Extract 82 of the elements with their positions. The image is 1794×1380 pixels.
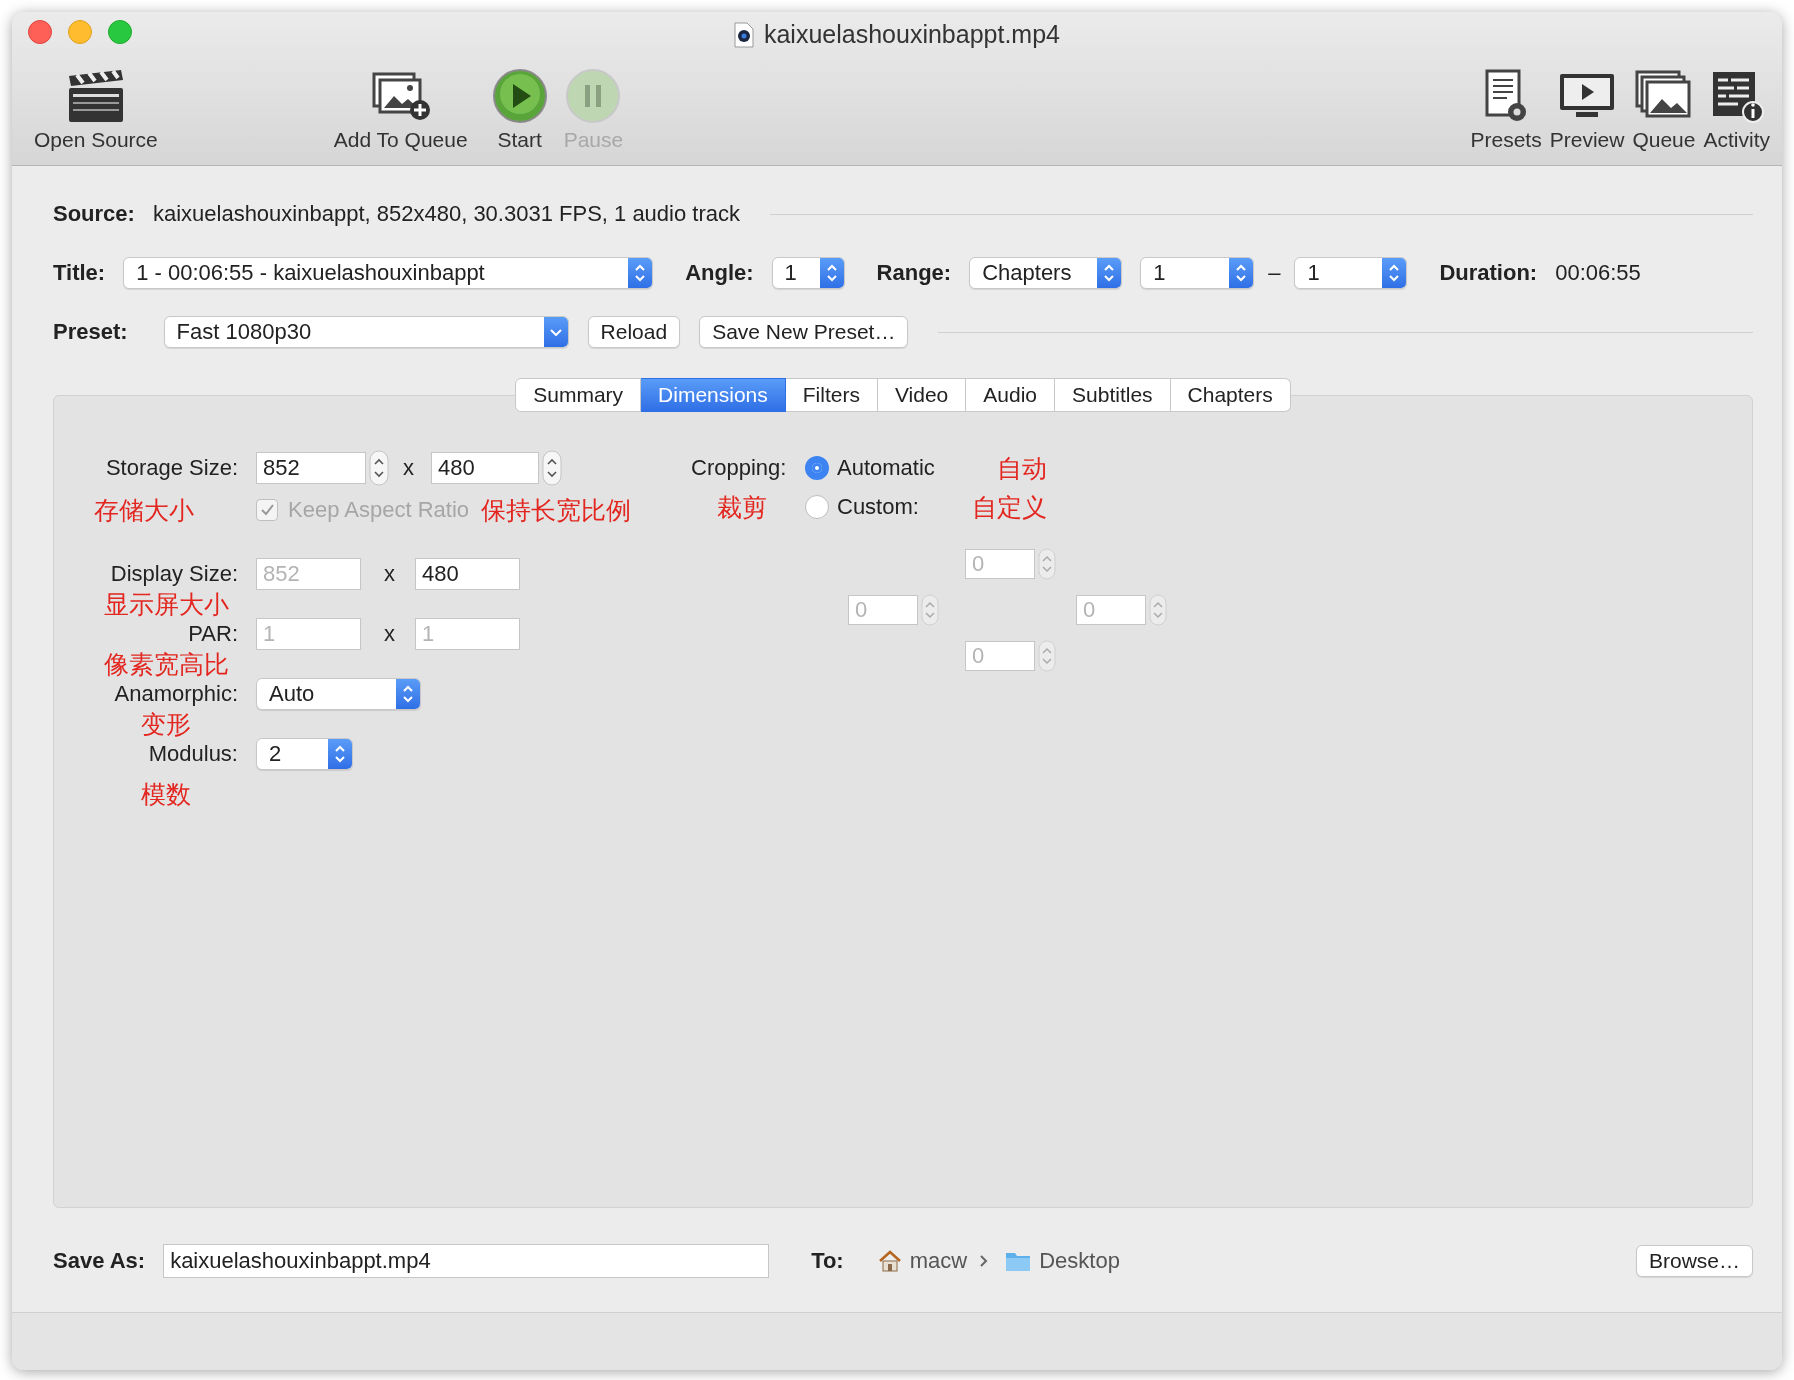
preset-label: Preset: — [53, 319, 128, 345]
chapter-start-popup[interactable]: 1 — [1140, 257, 1255, 289]
tab[interactable]: Dimensions — [641, 378, 786, 412]
cropping-label: Cropping: — [691, 455, 788, 481]
times-sign: x — [403, 455, 414, 481]
source-info: kaixuelashouxinbappt, 852x480, 30.3031 FPS, 1 audio track — [152, 201, 740, 227]
anamorphic-popup[interactable]: Auto — [256, 678, 421, 710]
pause-icon — [565, 68, 622, 124]
preview-button[interactable]: Preview — [1545, 52, 1629, 152]
play-icon — [491, 68, 548, 124]
annotation: 自动 — [997, 455, 1048, 481]
up-down-arrows-icon — [333, 743, 347, 765]
up-down-arrows-icon — [1102, 262, 1117, 284]
duration-label: Duration: — [1439, 260, 1538, 286]
range-label: Range: — [876, 260, 952, 286]
annotation: 自定义 — [972, 494, 1048, 520]
tab[interactable]: Summary — [515, 378, 642, 412]
tab[interactable]: Audio — [966, 378, 1055, 412]
crop-mode-radio[interactable]: Custom: — [805, 494, 960, 520]
clapper-button[interactable]: Open Source — [26, 52, 166, 152]
path-item[interactable]: Desktop — [1005, 1248, 1120, 1274]
minimize-button[interactable] — [68, 20, 92, 44]
range-dash: – — [1268, 260, 1281, 286]
annotation: 模数 — [140, 781, 192, 807]
field-label: Anamorphic: — [113, 681, 238, 707]
annotation: 裁剪 — [716, 494, 768, 520]
annotation: 变形 — [140, 711, 192, 737]
times-sign: x — [384, 621, 395, 647]
height-field[interactable]: 480 — [415, 558, 520, 590]
tab[interactable]: Video — [877, 378, 967, 412]
up-down-arrows-icon — [1234, 262, 1249, 284]
preset-button[interactable]: Reload — [587, 316, 681, 348]
zoom-button[interactable] — [108, 20, 132, 44]
crop-mode-radio[interactable]: Automatic — [805, 455, 960, 481]
title-label: Title: — [53, 260, 106, 286]
stepper[interactable] — [542, 450, 562, 486]
range-popup[interactable]: Chapters — [969, 257, 1123, 289]
annotation: 显示屏大小 — [102, 591, 230, 617]
preset-button[interactable]: Save New Preset… — [699, 316, 909, 348]
annotation: 保持长宽比例 — [481, 497, 631, 523]
up-down-arrows-icon — [824, 262, 839, 284]
modulus-popup[interactable]: 2 — [256, 738, 353, 770]
close-button[interactable] — [28, 20, 52, 44]
tab[interactable]: Filters — [785, 378, 878, 412]
source-label: Source: — [53, 201, 135, 227]
angle-popup[interactable]: 1 — [771, 257, 845, 289]
chevron-icon — [979, 1253, 990, 1269]
height-field[interactable]: 480 — [431, 452, 539, 484]
up-down-arrows-icon — [401, 683, 415, 705]
destination-label: To: — [811, 1248, 844, 1274]
up-down-arrows-icon — [1387, 262, 1402, 284]
title-popup[interactable]: 1 - 00:06:55 - kaixuelashouxinbappt — [123, 257, 654, 289]
browse-button[interactable]: Browse… — [1635, 1245, 1753, 1277]
chapter-end-popup[interactable]: 1 — [1294, 257, 1408, 289]
times-sign: x — [384, 561, 395, 587]
start-button[interactable]: Start — [483, 52, 556, 152]
home-icon — [877, 1250, 902, 1272]
angle-label: Angle: — [685, 260, 754, 286]
field-label: Modulus: — [147, 741, 238, 767]
chevron-down-icon — [549, 328, 562, 336]
movie-file-icon — [733, 21, 754, 48]
field-label: Storage Size: — [104, 455, 238, 481]
field-label: Display Size: — [109, 561, 238, 587]
presets-button[interactable]: Presets — [1466, 52, 1546, 152]
annotation: 存储大小 — [94, 497, 195, 523]
stepper[interactable] — [369, 450, 389, 486]
tab[interactable]: Subtitles — [1055, 378, 1171, 412]
preset-popup[interactable]: Fast 1080p30 — [163, 316, 569, 348]
up-down-arrows-icon — [633, 262, 648, 284]
width-field[interactable]: 852 — [256, 452, 366, 484]
window-title: kaixuelashouxinbappt.mp4 — [763, 20, 1060, 49]
field-label: PAR: — [187, 621, 238, 647]
save-as-label: Save As: — [53, 1248, 146, 1274]
activity-button[interactable]: Activity — [1699, 52, 1774, 152]
queue-button[interactable]: Queue — [1628, 52, 1700, 152]
folder-icon — [1005, 1250, 1032, 1272]
file-name-field[interactable]: kaixuelashouxinbappt.mp4 — [163, 1244, 770, 1278]
tab[interactable]: Chapters — [1170, 378, 1291, 412]
annotation: 像素宽高比 — [102, 651, 230, 677]
add-queue-button[interactable]: Add To Queue — [325, 52, 476, 152]
duration-value: 00:06:55 — [1555, 260, 1641, 286]
path-item[interactable]: macw — [877, 1248, 968, 1274]
